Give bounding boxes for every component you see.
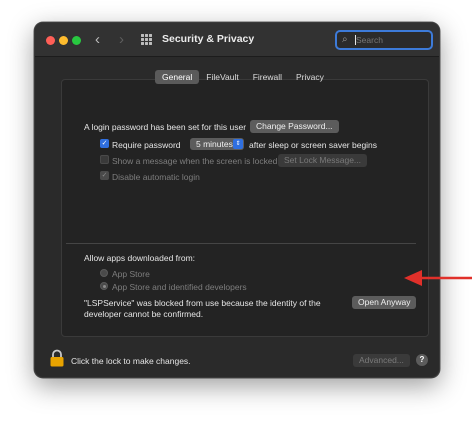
chevron-updown-icon: ⇕ [233,139,243,149]
security-privacy-window: ‹ › Security & Privacy ⌕ A login passwor… [34,22,440,378]
search-field[interactable]: ⌕ [335,30,433,50]
help-button[interactable]: ? [416,354,428,366]
tab-filevault[interactable]: FileVault [199,70,245,84]
open-anyway-button[interactable]: Open Anyway [352,296,417,309]
minimize-window-button[interactable] [59,36,68,45]
search-icon: ⌕ [342,34,348,45]
require-password-select[interactable]: 5 minutes ⇕ [190,138,244,150]
require-password-label: Require password [112,140,181,150]
tab-general[interactable]: General [155,70,200,84]
set-lock-message-button[interactable]: Set Lock Message... [278,154,368,167]
blocked-message-line2: developer cannot be confirmed. [84,309,204,319]
lock-icon[interactable] [49,349,65,367]
grid-icon[interactable] [141,34,152,45]
allow-apps-heading: Allow apps downloaded from: [84,253,196,263]
identified-developers-radio[interactable] [100,282,108,290]
advanced-button[interactable]: Advanced... [353,354,410,367]
tab-privacy[interactable]: Privacy [289,70,331,84]
tab-firewall[interactable]: Firewall [246,70,289,84]
identified-developers-label: App Store and identified developers [112,282,247,292]
login-password-text: A login password has been set for this u… [84,122,247,132]
app-store-label: App Store [112,269,150,279]
blocked-message-line1: "LSPService" was blocked from use becaus… [84,298,321,308]
section-divider [66,243,416,244]
title-bar: ‹ › Security & Privacy ⌕ [35,23,439,57]
chevron-right-icon[interactable]: › [119,31,124,49]
search-input[interactable] [356,33,428,47]
window-title: Security & Privacy [162,33,255,45]
tab-bar: General FileVault Firewall Privacy [155,70,331,84]
annotation-arrow-icon [404,270,472,286]
zoom-window-button[interactable] [72,36,81,45]
require-password-suffix: after sleep or screen saver begins [249,140,378,150]
app-store-radio[interactable] [100,269,108,277]
disable-login-label: Disable automatic login [112,172,200,182]
show-message-checkbox[interactable] [100,155,109,164]
change-password-button[interactable]: Change Password... [250,120,339,133]
lock-text: Click the lock to make changes. [71,356,191,366]
close-window-button[interactable] [46,36,55,45]
show-message-label: Show a message when the screen is locked [112,156,278,166]
general-panel: A login password has been set for this u… [61,79,429,337]
require-password-checkbox[interactable]: ✓ [100,139,109,148]
chevron-left-icon[interactable]: ‹ [95,31,100,49]
require-password-value: 5 minutes [196,139,233,149]
disable-login-checkbox[interactable]: ✓ [100,171,109,180]
